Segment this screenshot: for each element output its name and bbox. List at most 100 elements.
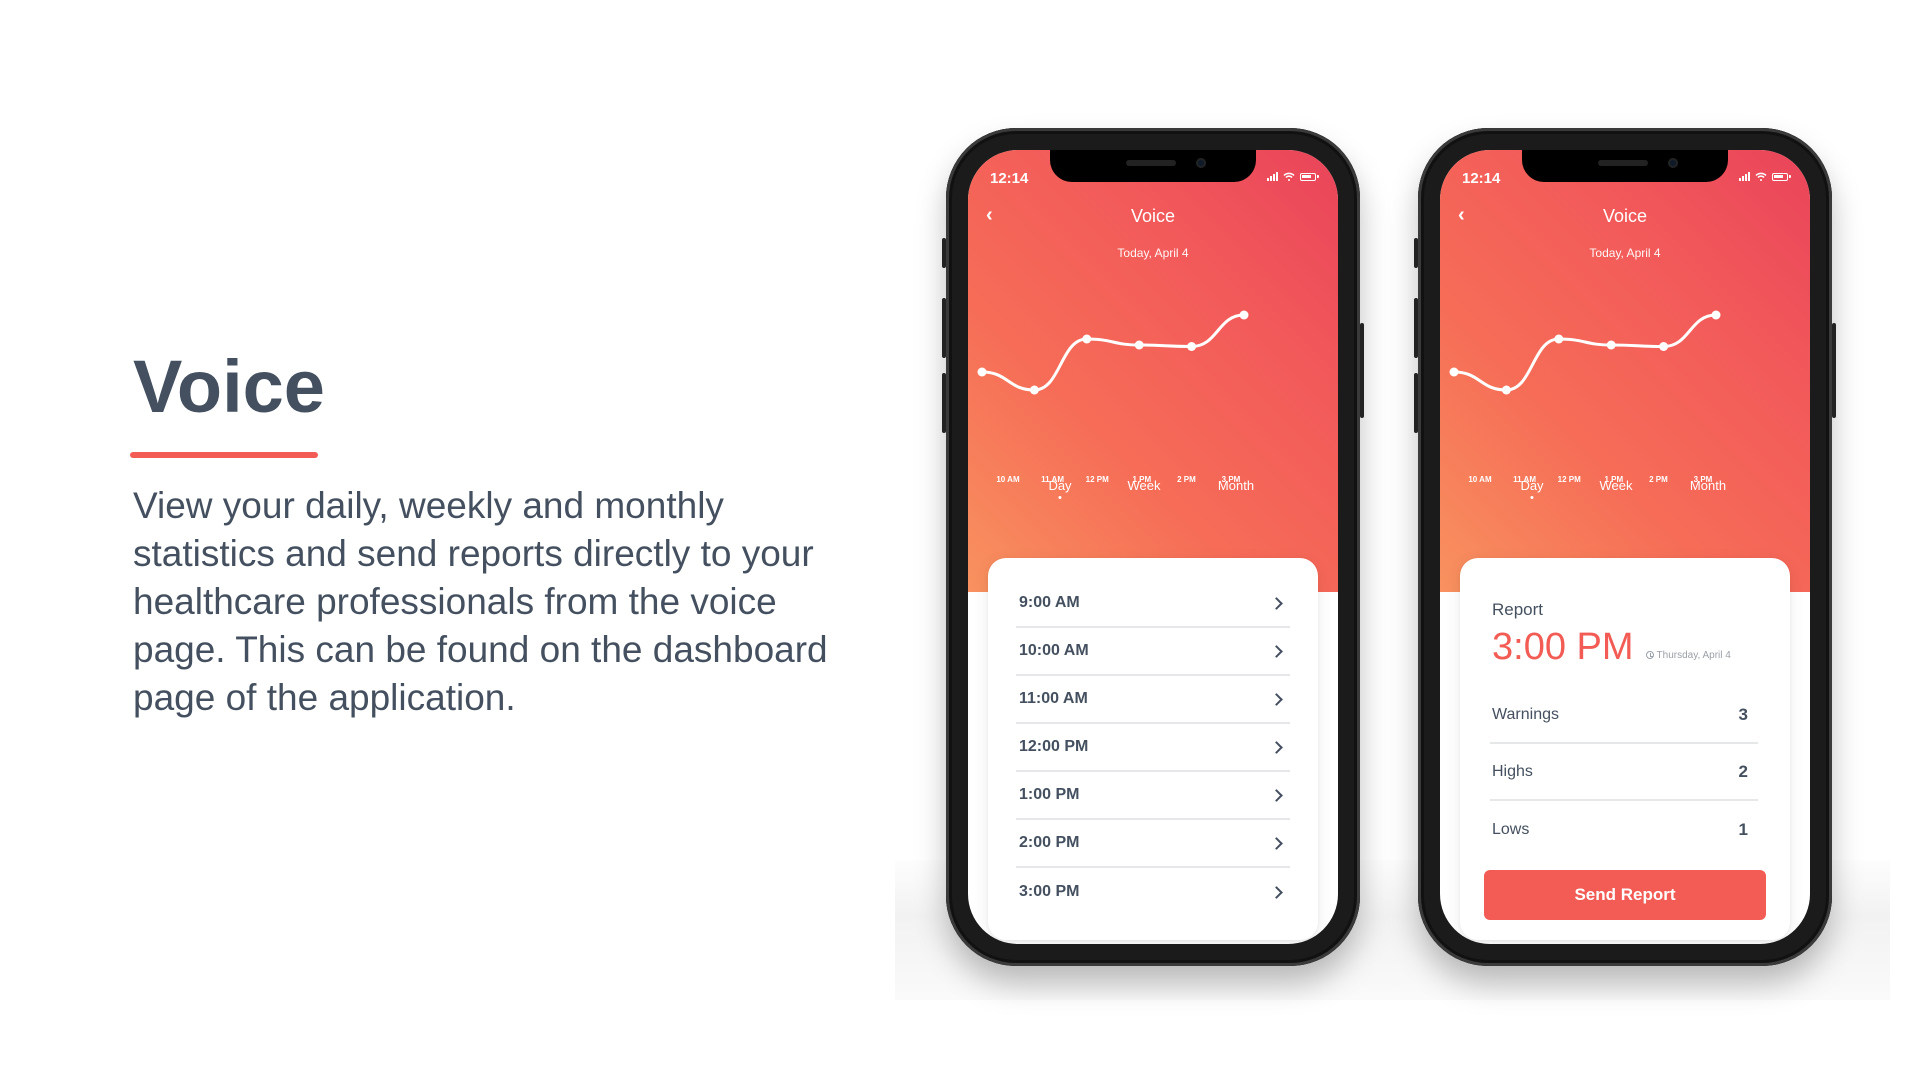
tab-label: Week (1127, 478, 1161, 493)
page-heading: Voice (133, 345, 325, 428)
voice-line-chart: 10 AM 11 AM 12 PM 1 PM 2 PM 3 PM (977, 310, 1249, 484)
tab-label: Week (1599, 478, 1633, 493)
chart-point[interactable] (1554, 334, 1564, 344)
list-item[interactable]: 10:00 AM (1016, 628, 1290, 676)
volume-down-button (1414, 373, 1418, 433)
chevron-right-icon (1270, 740, 1283, 754)
list-item-label: 10:00 AM (1019, 642, 1089, 659)
tab-week[interactable]: Week (1128, 478, 1161, 493)
report-time: 3:00 PM (1492, 626, 1634, 668)
notch (1050, 150, 1256, 182)
list-item-label: 2:00 PM (1019, 834, 1080, 851)
list-item[interactable]: 12:00 PM (1016, 724, 1290, 772)
signal-icon (1739, 172, 1750, 181)
time-list-card: 9:00 AM 10:00 AM 11:00 AM 12:00 PM 1:00 … (988, 558, 1318, 940)
phone-report-view: 12:14 ‹ Voice Today, April 4 10 AM 11 AM 1… (1414, 128, 1836, 966)
status-icons (1267, 172, 1319, 181)
tab-label: Month (1217, 478, 1255, 493)
chart-point[interactable] (1082, 334, 1092, 344)
list-item-label: 1:00 PM (1019, 786, 1080, 803)
chart-point[interactable] (1659, 342, 1669, 351)
tab-day[interactable]: Day (1520, 478, 1544, 499)
tab-label: Day (1520, 478, 1544, 493)
chevron-right-icon (1270, 692, 1283, 706)
period-tabs: Day Week Month (1440, 478, 1810, 508)
report-title: Report (1492, 600, 1544, 619)
intro-section: Voice View your daily, weekly and monthl… (130, 345, 833, 722)
phone-screen: 12:14 ‹ Voice Today, April 4 10 AM 11 AM 1… (968, 150, 1338, 944)
chart-point[interactable] (1606, 340, 1616, 350)
chart-point[interactable] (1711, 310, 1721, 320)
stat-value: 3 (1738, 704, 1748, 724)
list-item[interactable]: 1:00 PM (1016, 772, 1290, 820)
report-time-row: 3:00 PM Thursday, April 4 (1484, 626, 1766, 669)
stat-row-warnings: Warnings 3 (1490, 687, 1758, 744)
stat-value: 2 (1738, 761, 1748, 781)
notch (1522, 150, 1728, 182)
battery-icon (1300, 172, 1319, 181)
screen-title: Voice (1602, 206, 1648, 226)
power-button (1360, 323, 1364, 418)
chart-point[interactable] (977, 367, 987, 377)
tab-day[interactable]: Day (1048, 478, 1072, 499)
screen-title: Voice (1130, 206, 1176, 226)
chart-point[interactable] (1449, 367, 1459, 377)
chart-point[interactable] (1029, 385, 1039, 395)
chevron-right-icon (1270, 885, 1283, 899)
report-date-text: Thursday, April 4 (1656, 649, 1731, 661)
tab-week[interactable]: Week (1600, 478, 1633, 493)
signal-icon (1267, 172, 1278, 181)
battery-icon (1772, 172, 1791, 181)
send-report-button[interactable]: Send Report (1484, 870, 1766, 920)
volume-down-button (942, 373, 946, 433)
stat-value: 1 (1738, 819, 1748, 839)
tab-month[interactable]: Month (1218, 478, 1254, 493)
chart-point[interactable] (1187, 342, 1197, 351)
clock-icon (1645, 651, 1654, 659)
list-item-label: 3:00 PM (1019, 883, 1080, 900)
list-item[interactable]: 3:00 PM (1016, 868, 1290, 916)
time-list: 9:00 AM 10:00 AM 11:00 AM 12:00 PM 1:00 … (988, 558, 1318, 936)
active-indicator (1058, 496, 1062, 499)
report-section: Report 3:00 PM Thursday, April 4 Warning… (1460, 558, 1790, 944)
wifi-icon (1283, 172, 1295, 181)
chart-point[interactable] (1501, 385, 1511, 395)
chart-point[interactable] (1134, 340, 1144, 350)
list-item-label: 9:00 AM (1019, 594, 1080, 611)
stat-row-highs: Highs 2 (1490, 744, 1758, 801)
stat-label: Warnings (1492, 705, 1559, 723)
report-card: Report 3:00 PM Thursday, April 4 Warning… (1460, 558, 1790, 940)
chart-point[interactable] (1239, 310, 1249, 320)
report-stats: Warnings 3 Highs 2 Lows 1 (1484, 687, 1766, 858)
tab-label: Day (1048, 478, 1072, 493)
report-date: Thursday, April 4 (1645, 649, 1731, 661)
list-item-label: 11:00 AM (1019, 690, 1088, 707)
mute-switch (942, 238, 946, 268)
list-item[interactable]: 11:00 AM (1016, 676, 1290, 724)
camera-icon (1196, 158, 1206, 168)
chart-line (1453, 313, 1717, 392)
mute-switch (1414, 238, 1418, 268)
tab-month[interactable]: Month (1690, 478, 1726, 493)
voice-line-chart: 10 AM 11 AM 12 PM 1 PM 2 PM 3 PM (1449, 310, 1721, 484)
chevron-right-icon (1270, 836, 1283, 850)
intro-description: View your daily, weekly and monthly stat… (133, 485, 828, 718)
status-time: 12:14 (1462, 170, 1501, 187)
status-time: 12:14 (990, 170, 1029, 187)
camera-icon (1668, 158, 1678, 168)
tab-label: Month (1689, 478, 1727, 493)
chevron-right-icon (1270, 788, 1283, 802)
screen-subtitle: Today, April 4 (1117, 246, 1189, 260)
phone-list-view: 12:14 ‹ Voice Today, April 4 10 AM 11 AM 1… (942, 128, 1364, 966)
list-item-label: 12:00 PM (1019, 738, 1089, 755)
list-item[interactable]: 9:00 AM (1016, 580, 1290, 628)
speaker (1598, 160, 1648, 166)
chevron-right-icon (1270, 596, 1283, 610)
stat-label: Highs (1492, 762, 1533, 780)
status-icons (1739, 172, 1791, 181)
wifi-icon (1755, 172, 1767, 181)
list-item[interactable]: 2:00 PM (1016, 820, 1290, 868)
phone-screen: 12:14 ‹ Voice Today, April 4 10 AM 11 AM 1… (1440, 150, 1810, 944)
speaker (1126, 160, 1176, 166)
volume-up-button (942, 298, 946, 358)
